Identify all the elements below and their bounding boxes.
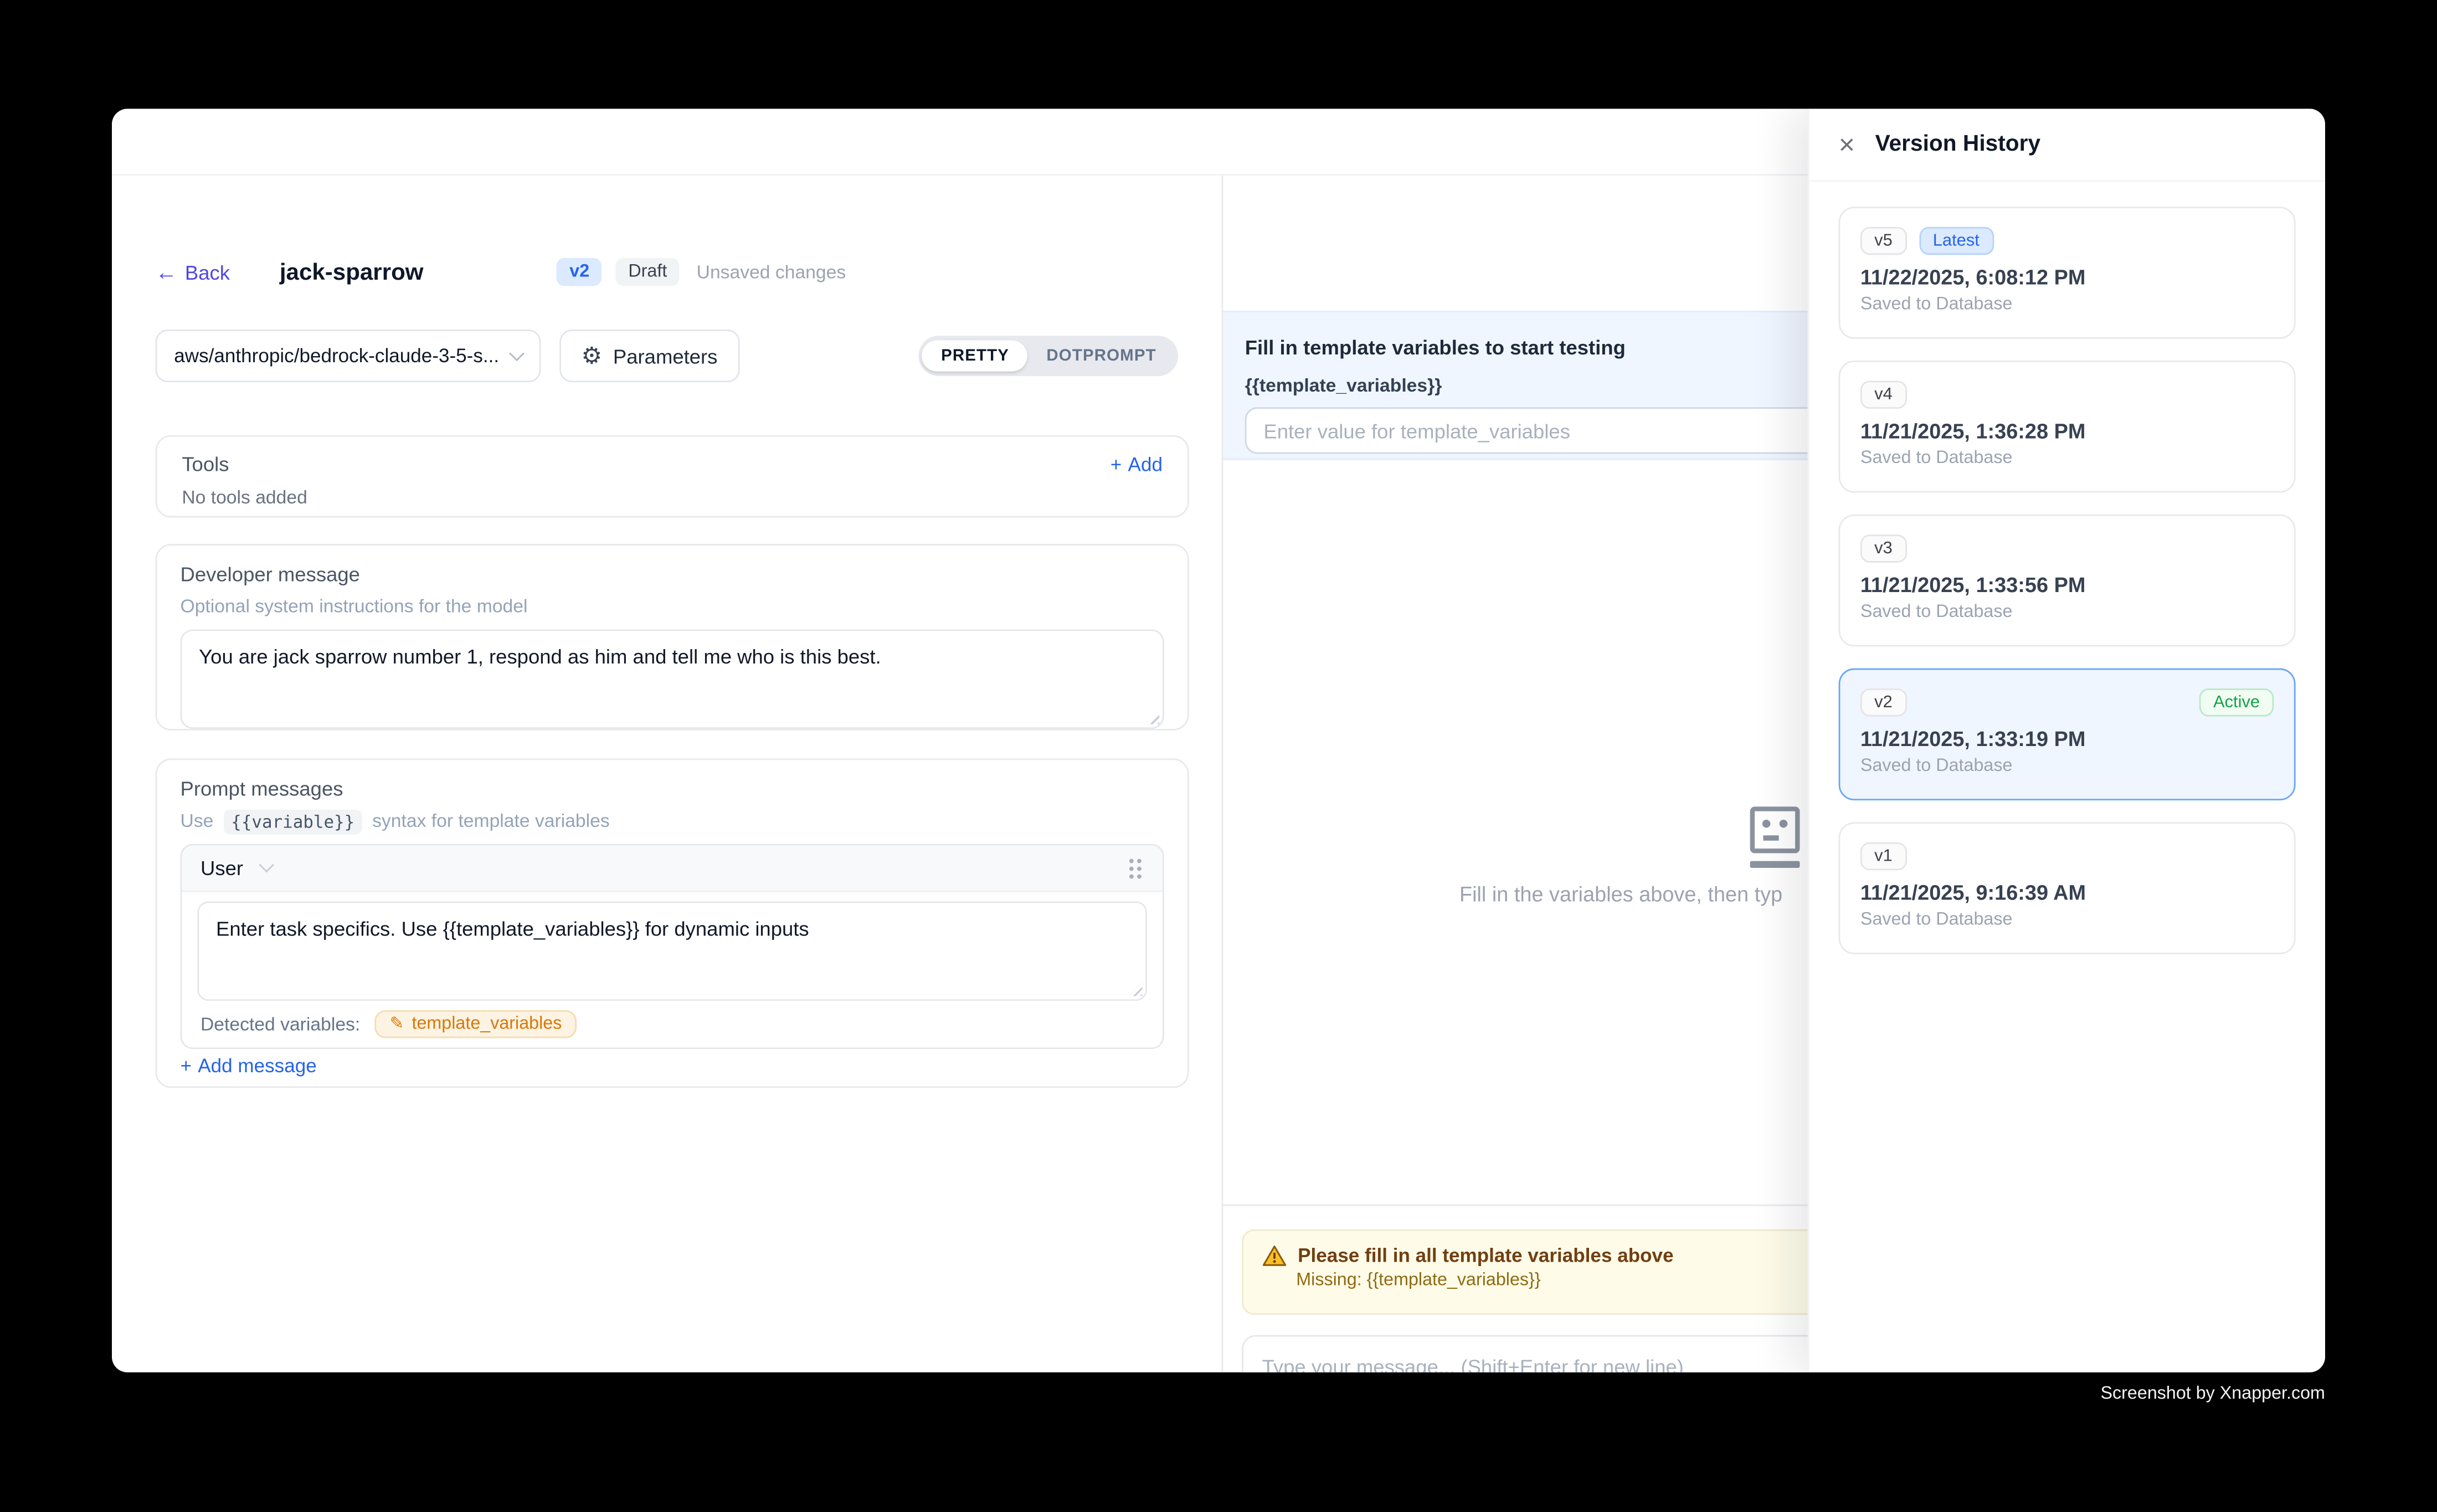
version-id-badge: v4 (1860, 380, 1906, 409)
unsaved-changes-text: Unsaved changes (697, 261, 846, 282)
drag-handle[interactable] (1127, 856, 1144, 881)
drag-dots-icon (1127, 856, 1144, 881)
add-tool-label: Add (1128, 453, 1163, 475)
version-saved-note: Saved to Database (1860, 603, 2274, 622)
page-header: ← Back jack-sparrow v2 Draft Unsaved cha… (156, 253, 846, 290)
template-variable-chip[interactable]: ✎ template_variables (374, 1010, 578, 1038)
version-timestamp: 11/21/2025, 1:33:56 PM (1860, 573, 2274, 596)
toggle-option-pretty[interactable]: PRETTY (922, 341, 1027, 372)
version-list: v5 Latest 11/22/2025, 6:08:12 PM Saved t… (1809, 182, 2325, 1001)
prompt-messages-title: Prompt messages (181, 777, 1164, 800)
developer-message-title: Developer message (181, 563, 1164, 586)
version-badge-row: v3 (1860, 534, 2274, 563)
add-tool-button[interactable]: + Add (1110, 453, 1163, 475)
version-id-badge: v3 (1860, 534, 1906, 563)
developer-message-textarea[interactable]: You are jack sparrow number 1, respond a… (181, 629, 1164, 729)
plus-icon: + (181, 1055, 192, 1077)
message-block: User (181, 844, 1164, 1049)
version-saved-note: Saved to Database (1860, 757, 2274, 776)
parameters-label: Parameters (613, 344, 718, 368)
developer-message-subtitle: Optional system instructions for the mod… (181, 595, 1164, 617)
prompt-messages-subtitle: Use {{variable}} syntax for template var… (181, 810, 1164, 831)
tools-card: Tools + Add No tools added (156, 435, 1189, 518)
version-saved-note: Saved to Database (1860, 449, 2274, 468)
version-card[interactable]: v5 Latest 11/22/2025, 6:08:12 PM Saved t… (1839, 207, 2296, 339)
version-history-drawer: × Version History v5 Latest 11/22/2025, … (1808, 109, 2325, 1372)
back-label: Back (185, 260, 230, 284)
plus-icon: + (1110, 453, 1122, 475)
version-badge-row: v2 Active (1860, 688, 2274, 717)
warning-title: Please fill in all template variables ab… (1298, 1245, 1673, 1267)
version-id-badge: v1 (1860, 842, 1906, 871)
tools-title: Tools (182, 452, 229, 476)
subtitle-prefix: Use (181, 810, 214, 831)
message-body: Enter task specifics. Use {{template_var… (182, 892, 1163, 1001)
role-select[interactable]: User (200, 856, 273, 880)
version-id-badge: v2 (1860, 688, 1906, 717)
version-history-title: Version History (1875, 132, 2041, 157)
close-icon[interactable]: × (1839, 131, 1855, 159)
version-timestamp: 11/21/2025, 1:33:19 PM (1860, 727, 2274, 750)
message-header: User (182, 846, 1163, 892)
status-badge: Draft (616, 258, 680, 286)
app-window: ← Back jack-sparrow v2 Draft Unsaved cha… (112, 109, 2325, 1372)
tools-empty-text: No tools added (182, 486, 1163, 508)
role-select-value: User (200, 856, 243, 880)
prompt-message-textarea[interactable]: Enter task specifics. Use {{template_var… (197, 902, 1147, 1001)
version-badge: v2 (557, 258, 602, 286)
warning-icon (1262, 1245, 1287, 1267)
detected-variables-row: Detected variables: ✎ template_variables (182, 1001, 1163, 1047)
version-history-header: × Version History (1809, 109, 2325, 182)
model-select-value: aws/anthropic/bedrock-claude-3-5-s... (174, 345, 498, 367)
version-status-badge: Latest (1919, 227, 1994, 255)
version-status-badge: Active (2199, 688, 2274, 717)
chevron-down-icon (509, 345, 525, 361)
model-select[interactable]: aws/anthropic/bedrock-claude-3-5-s... (156, 330, 541, 382)
version-card[interactable]: v1 11/21/2025, 9:16:39 AM Saved to Datab… (1839, 822, 2296, 954)
back-arrow-icon: ← (156, 261, 177, 282)
template-variable-chip-label: template_variables (412, 1015, 562, 1033)
back-button[interactable]: ← Back (156, 260, 230, 284)
subtitle-suffix: syntax for template variables (372, 810, 610, 831)
version-card[interactable]: v3 11/21/2025, 1:33:56 PM Saved to Datab… (1839, 515, 2296, 647)
parameters-button[interactable]: ⚙ Parameters (559, 330, 739, 382)
chevron-down-icon (260, 857, 275, 873)
version-card[interactable]: v2 Active 11/21/2025, 1:33:19 PM Saved t… (1839, 668, 2296, 801)
developer-message-card: Developer message Optional system instru… (156, 544, 1189, 731)
version-saved-note: Saved to Database (1860, 295, 2274, 314)
pencil-icon: ✎ (390, 1016, 404, 1033)
view-toggle: PRETTY DOTPROMPT (919, 336, 1178, 376)
add-message-label: Add message (198, 1055, 316, 1077)
detected-variables-label: Detected variables: (200, 1014, 360, 1035)
desktop-background: ← Back jack-sparrow v2 Draft Unsaved cha… (0, 0, 2437, 1512)
version-badge-row: v4 (1860, 380, 2274, 409)
version-badge-row: v1 (1860, 842, 2274, 871)
watermark: Screenshot by Xnapper.com (2101, 1385, 2325, 1403)
version-badge-row: v5 Latest (1860, 227, 2274, 255)
empty-state-text: Fill in the variables above, then typ (1459, 883, 1782, 906)
model-row: aws/anthropic/bedrock-claude-3-5-s... ⚙ … (156, 330, 1189, 382)
page-title: jack-sparrow (280, 259, 424, 285)
version-card[interactable]: v4 11/21/2025, 1:36:28 PM Saved to Datab… (1839, 361, 2296, 493)
version-timestamp: 11/22/2025, 6:08:12 PM (1860, 266, 2274, 289)
prompt-messages-card: Prompt messages Use {{variable}} syntax … (156, 758, 1189, 1088)
toggle-option-dotprompt[interactable]: DOTPROMPT (1028, 341, 1175, 372)
version-saved-note: Saved to Database (1860, 911, 2274, 929)
prompt-editor-pane: ← Back jack-sparrow v2 Draft Unsaved cha… (112, 176, 1222, 1372)
version-id-badge: v5 (1860, 227, 1906, 255)
variable-syntax-chip: {{variable}} (223, 809, 362, 834)
bot-icon (1744, 804, 1806, 880)
add-message-button[interactable]: + Add message (181, 1055, 317, 1077)
version-timestamp: 11/21/2025, 9:16:39 AM (1860, 881, 2274, 904)
version-timestamp: 11/21/2025, 1:36:28 PM (1860, 420, 2274, 443)
gear-icon: ⚙ (581, 344, 602, 368)
